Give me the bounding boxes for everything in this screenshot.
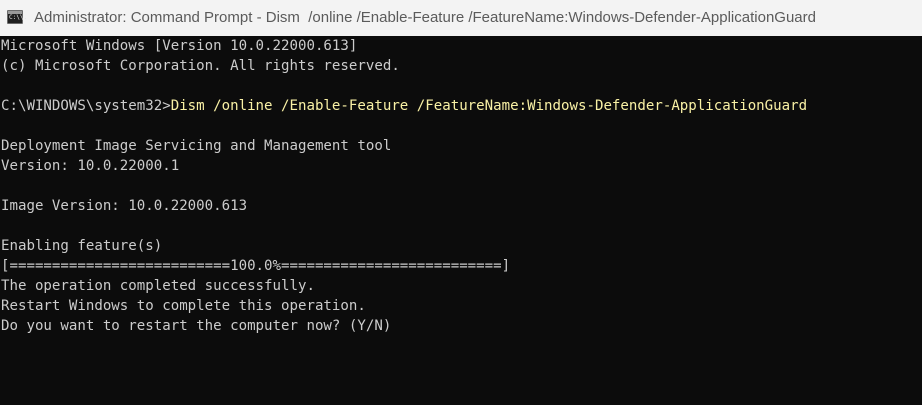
success-line: The operation completed successfully. xyxy=(1,278,315,294)
progress-bar-line: [==========================100.0%=======… xyxy=(1,258,511,274)
entered-command: Dism /online /Enable-Feature /FeatureNam… xyxy=(170,98,808,114)
header-version-line: Microsoft Windows [Version 10.0.22000.61… xyxy=(1,38,358,54)
header-copyright-line: (c) Microsoft Corporation. All rights re… xyxy=(1,58,400,74)
tool-version-line: Version: 10.0.22000.1 xyxy=(1,158,180,174)
restart-question-line: Do you want to restart the computer now?… xyxy=(1,318,392,334)
cmd-icon-glyph: C:\\. xyxy=(9,14,28,21)
command-line: C:\WINDOWS\system32>Dism /online /Enable… xyxy=(0,96,922,116)
prompt-path: C:\WINDOWS\system32> xyxy=(1,98,171,114)
cmd-icon[interactable]: C:\\. xyxy=(7,10,27,24)
console-output[interactable]: Microsoft Windows [Version 10.0.22000.61… xyxy=(0,36,922,405)
enabling-feature-line: Enabling feature(s) xyxy=(1,238,163,254)
title-bar[interactable]: C:\\. Administrator: Command Prompt - Di… xyxy=(0,0,922,36)
tool-name-line: Deployment Image Servicing and Managemen… xyxy=(1,138,392,154)
command-prompt-window: C:\\. Administrator: Command Prompt - Di… xyxy=(0,0,922,405)
restart-notice-line: Restart Windows to complete this operati… xyxy=(1,298,366,314)
image-version-line: Image Version: 10.0.22000.613 xyxy=(1,198,248,214)
window-title: Administrator: Command Prompt - Dism /on… xyxy=(34,9,816,26)
